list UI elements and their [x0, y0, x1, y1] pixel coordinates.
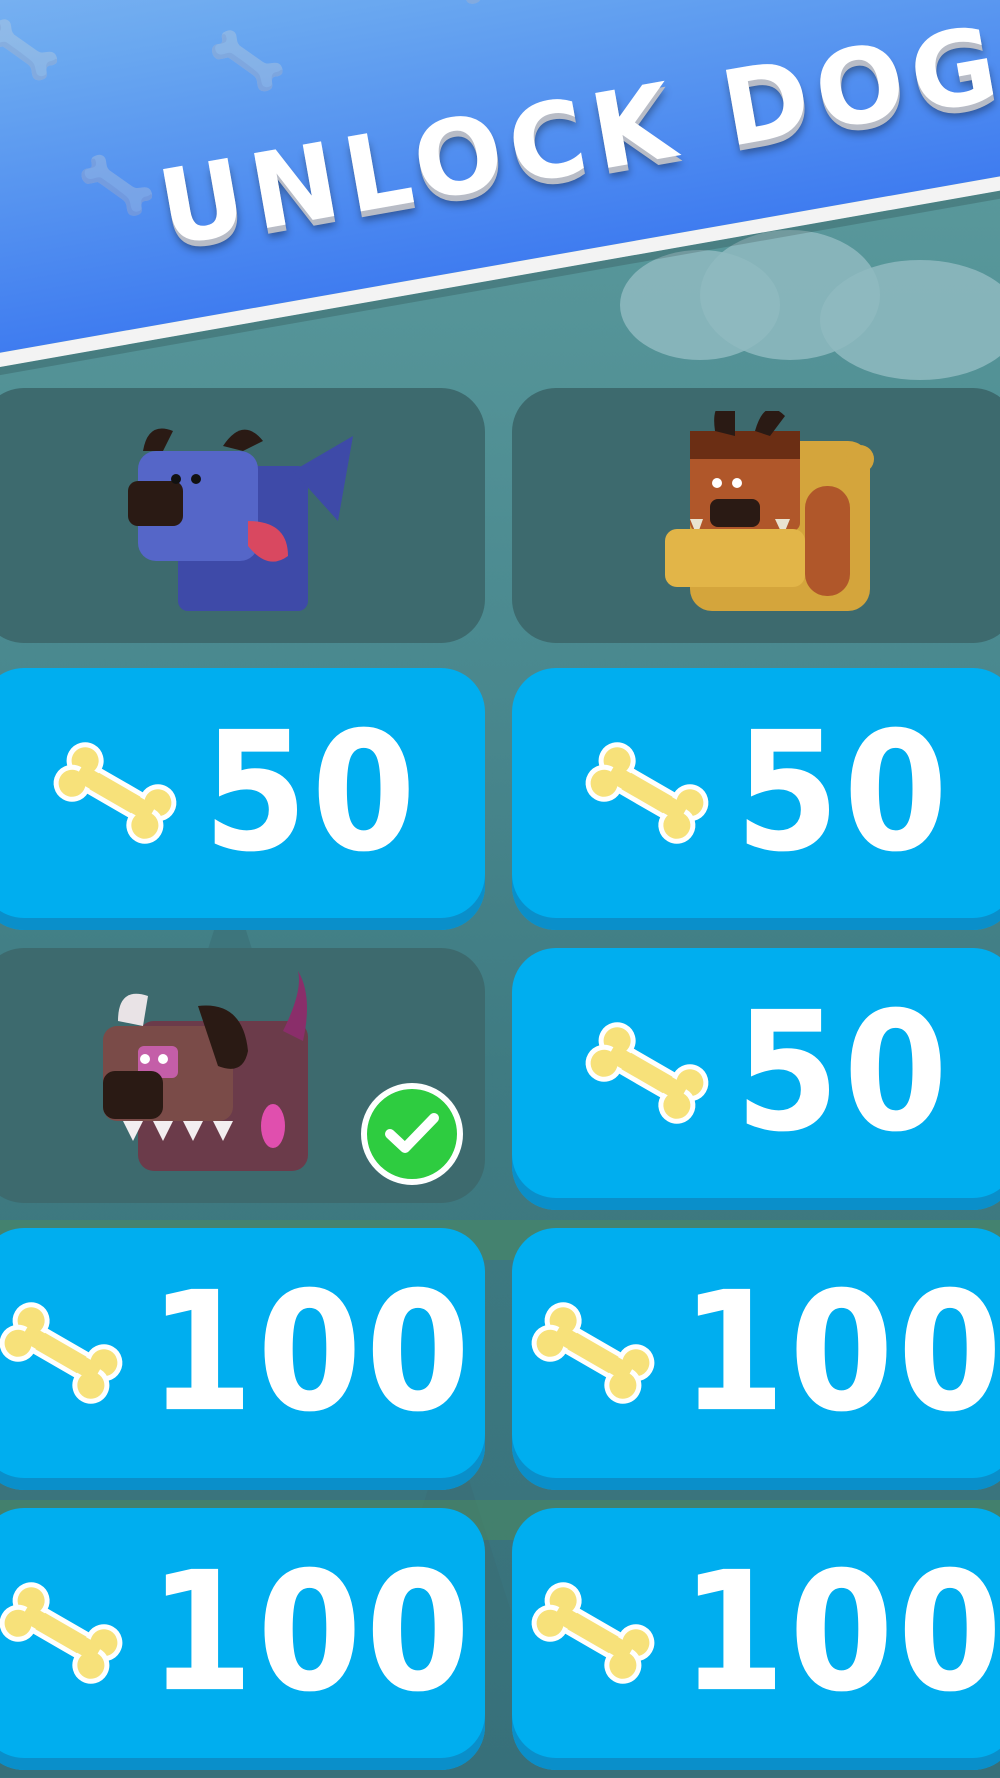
bone-icon: [53, 742, 177, 844]
bone-icon: [531, 1302, 655, 1404]
dog-tile-spiky[interactable]: [0, 948, 485, 1203]
dog-tile-blue[interactable]: [0, 388, 485, 643]
price-button[interactable]: 50: [512, 668, 1000, 930]
price-button[interactable]: 100: [512, 1508, 1000, 1770]
price-button[interactable]: 100: [0, 1508, 485, 1770]
price-button[interactable]: 100: [0, 1228, 485, 1490]
checkmark-icon: [361, 1083, 463, 1185]
price-label: 50: [735, 697, 952, 889]
bone-icon: [0, 1582, 123, 1684]
bone-icon: [531, 1582, 655, 1684]
price-label: 100: [148, 1257, 475, 1449]
price-label: 100: [680, 1537, 1000, 1729]
dog-tile-bulldog[interactable]: [512, 388, 1000, 643]
bone-icon: [585, 1022, 709, 1124]
bone-icon: [0, 1302, 123, 1404]
price-label: 100: [680, 1257, 1000, 1449]
price-button[interactable]: 100: [512, 1228, 1000, 1490]
price-label: 50: [203, 697, 420, 889]
brown-spiky-dog-icon: [102, 970, 308, 1171]
price-label: 50: [735, 977, 952, 1169]
price-button[interactable]: 50: [512, 948, 1000, 1210]
bone-icon: [585, 742, 709, 844]
blue-dog-icon: [127, 428, 353, 611]
bulldog-icon: [664, 410, 874, 611]
price-label: 100: [148, 1537, 475, 1729]
price-button[interactable]: 50: [0, 668, 485, 930]
